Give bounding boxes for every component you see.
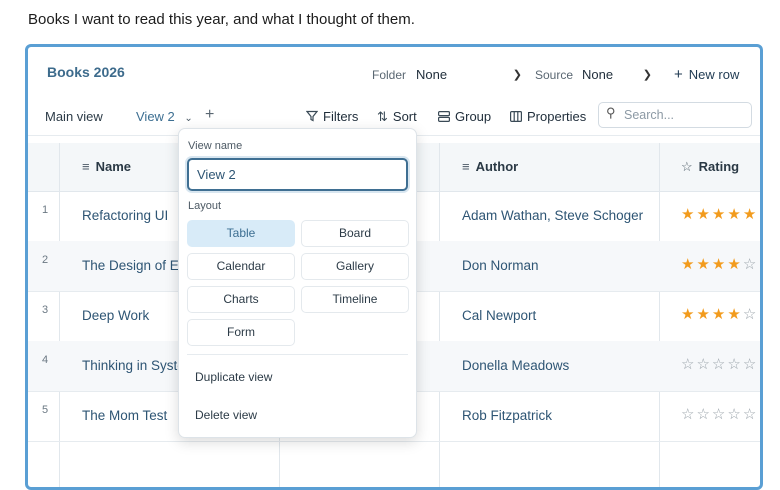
star-empty-icon[interactable]: ☆ — [743, 406, 758, 423]
duplicate-view-button[interactable]: Duplicate view — [195, 370, 272, 384]
star-filled-icon[interactable]: ★ — [712, 206, 727, 223]
star-outline-icon: ☆ — [681, 159, 693, 174]
chevron-down-icon: ❯ — [642, 69, 652, 81]
sort-button[interactable]: ⇅ Sort — [377, 109, 417, 125]
source-select[interactable]: None ❯ — [578, 63, 658, 87]
star-empty-icon[interactable]: ☆ — [743, 256, 758, 273]
star-filled-icon[interactable]: ★ — [712, 306, 727, 323]
columns-icon — [510, 111, 523, 123]
star-empty-icon[interactable]: ☆ — [696, 356, 711, 373]
column-header-name-label: Name — [95, 159, 132, 174]
folder-select-value: None — [416, 67, 448, 82]
layout-option-calendar[interactable]: Calendar — [187, 253, 295, 280]
delete-view-button[interactable]: Delete view — [195, 408, 257, 422]
star-empty-icon[interactable]: ☆ — [712, 406, 727, 423]
layout-option-table[interactable]: Table — [187, 220, 295, 247]
column-header-author-label: Author — [475, 159, 519, 174]
column-header-rating[interactable]: ☆ Rating — [681, 159, 739, 175]
star-empty-icon[interactable]: ☆ — [727, 356, 742, 373]
star-empty-icon[interactable]: ☆ — [727, 406, 742, 423]
chevron-down-icon: ⌄ — [184, 113, 193, 124]
author-cell[interactable]: Rob Fitzpatrick — [462, 408, 552, 423]
properties-button[interactable]: Properties — [510, 109, 586, 124]
new-row-button[interactable]: + New row — [674, 66, 739, 83]
row-number: 4 — [42, 354, 49, 366]
author-cell[interactable]: Donella Meadows — [462, 358, 569, 373]
sort-label: Sort — [392, 109, 417, 124]
star-filled-icon[interactable]: ★ — [681, 256, 696, 273]
tab-view-2-label: View 2 — [136, 109, 175, 124]
folder-label: Folder — [372, 68, 407, 82]
star-empty-icon[interactable]: ☆ — [681, 356, 696, 373]
search-icon: ⚲ — [606, 105, 616, 120]
star-filled-icon[interactable]: ★ — [727, 306, 742, 323]
star-filled-icon[interactable]: ★ — [727, 206, 742, 223]
layout-option-gallery[interactable]: Gallery — [301, 253, 409, 280]
rating-cell[interactable]: ★★★★☆ — [681, 305, 758, 323]
rating-cell[interactable]: ☆☆☆☆☆ — [681, 405, 758, 423]
row-number: 3 — [42, 304, 49, 316]
sort-icon: ⇅ — [377, 109, 388, 124]
group-label: Group — [455, 109, 492, 124]
column-header-rating-label: Rating — [698, 159, 740, 174]
filter-icon — [305, 110, 319, 122]
layout-option-board[interactable]: Board — [301, 220, 409, 247]
star-filled-icon[interactable]: ★ — [696, 256, 711, 273]
text-icon: ≡ — [462, 159, 470, 174]
tab-view-2[interactable]: View 2 ⌄ — [136, 109, 193, 124]
chevron-down-icon: ❯ — [512, 69, 522, 81]
source-label: Source — [535, 68, 574, 82]
new-row-label: New row — [688, 67, 740, 82]
row-number: 2 — [42, 254, 49, 266]
author-cell[interactable]: Adam Wathan, Steve Schoger — [462, 208, 643, 223]
search-input[interactable]: Search... — [598, 102, 752, 128]
intro-text: Books I want to read this year, and what… — [28, 11, 415, 28]
star-filled-icon[interactable]: ★ — [696, 206, 711, 223]
group-button[interactable]: Group — [438, 109, 491, 124]
star-empty-icon[interactable]: ☆ — [712, 356, 727, 373]
star-empty-icon[interactable]: ☆ — [743, 306, 758, 323]
rating-cell[interactable]: ★★★★☆ — [681, 255, 758, 273]
view-name-label: View name — [188, 140, 243, 152]
rating-cell[interactable]: ★★★★★ — [681, 205, 758, 223]
row-number: 1 — [42, 204, 49, 216]
filters-label: Filters — [323, 109, 359, 124]
row-number: 5 — [42, 404, 49, 416]
view-settings-popup: View name Layout Table Board Calendar Ga… — [178, 128, 417, 438]
star-empty-icon[interactable]: ☆ — [743, 356, 758, 373]
rating-cell[interactable]: ☆☆☆☆☆ — [681, 355, 758, 373]
layout-label: Layout — [188, 200, 222, 212]
group-icon — [438, 111, 451, 123]
properties-label: Properties — [527, 109, 587, 124]
layout-option-timeline[interactable]: Timeline — [301, 286, 409, 313]
star-filled-icon[interactable]: ★ — [743, 206, 758, 223]
database-header: Books 2026 Folder None ❯ Source None ❯ +… — [28, 47, 760, 99]
layout-option-charts[interactable]: Charts — [187, 286, 295, 313]
source-select-value: None — [582, 67, 614, 82]
star-filled-icon[interactable]: ★ — [696, 306, 711, 323]
view-name-input[interactable] — [187, 158, 408, 191]
plus-icon: + — [674, 66, 683, 83]
divider — [187, 354, 408, 355]
text-icon: ≡ — [82, 159, 90, 174]
folder-select[interactable]: None ❯ — [412, 63, 528, 87]
filters-button[interactable]: Filters — [305, 109, 359, 124]
star-filled-icon[interactable]: ★ — [712, 256, 727, 273]
star-filled-icon[interactable]: ★ — [727, 256, 742, 273]
add-view-button[interactable]: + — [205, 106, 214, 124]
star-empty-icon[interactable]: ☆ — [696, 406, 711, 423]
tab-main-view[interactable]: Main view — [45, 109, 103, 124]
book-name-cell[interactable]: Deep Work — [82, 308, 149, 323]
column-header-name[interactable]: ≡ Name — [82, 159, 131, 174]
author-cell[interactable]: Cal Newport — [462, 308, 536, 323]
star-filled-icon[interactable]: ★ — [681, 206, 696, 223]
database-title[interactable]: Books 2026 — [47, 64, 125, 80]
star-empty-icon[interactable]: ☆ — [681, 406, 696, 423]
layout-option-form[interactable]: Form — [187, 319, 295, 346]
star-filled-icon[interactable]: ★ — [681, 306, 696, 323]
book-name-cell[interactable]: The Mom Test — [82, 408, 167, 423]
author-cell[interactable]: Don Norman — [462, 258, 539, 273]
book-name-cell[interactable]: Refactoring UI — [82, 208, 168, 223]
column-header-author[interactable]: ≡ Author — [462, 159, 518, 174]
